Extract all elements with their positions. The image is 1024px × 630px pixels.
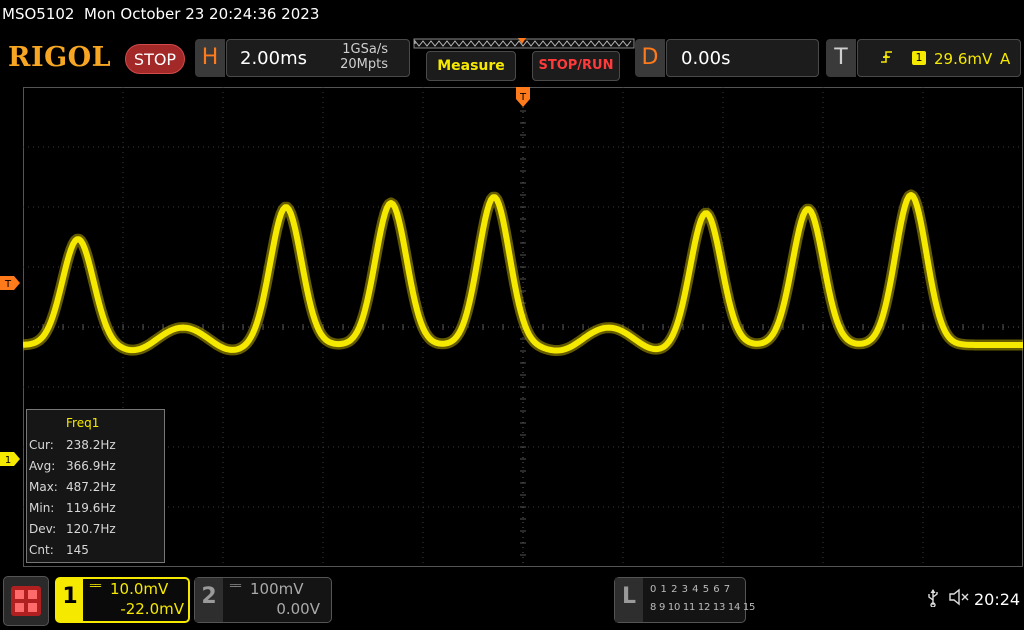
sample-rate: 1GSa/s [342,42,388,57]
delay-label[interactable]: D [636,40,664,76]
waveform-display[interactable] [23,87,1023,567]
meas-label-max: Max: [29,480,58,494]
ch2-offset: 0.00V [276,600,320,618]
ch1-offset-marker-text: 1 [5,455,11,466]
meas-label-cur: Cur: [29,438,54,452]
logic-channels-row2: 8 9 10 11 12 13 14 15 [650,602,756,613]
meas-value-max: 487.2Hz [66,480,116,494]
usb-icon[interactable] [926,589,940,611]
horizontal-label[interactable]: H [196,40,224,76]
meas-label-avg: Avg: [29,459,56,473]
brand-logo: RIGOL [8,42,112,73]
measure-button-label: Measure [437,58,505,74]
dc-coupling-icon: ══ [90,581,101,592]
ch1-scale: 10.0mV [110,580,169,598]
trigger-level-marker[interactable]: T [0,276,20,290]
ch1-offset-marker[interactable]: 1 [0,452,20,466]
meas-value-cur: 238.2Hz [66,438,116,452]
trigger-label[interactable]: T [827,40,855,76]
measurement-title: Freq1 [66,416,100,430]
delay-value: 0.00s [681,48,731,69]
run-state-badge[interactable]: STOP [125,44,185,74]
trigger-position-marker-text: T [519,92,527,103]
sound-muted-icon[interactable] [948,588,970,610]
trigger-position-marker[interactable]: T [515,87,531,109]
ch2-scale: 100mV [250,580,304,598]
trigger-source-badge: 1 [912,51,926,65]
logic-label: L [621,584,637,609]
ch1-number: 1 [62,584,78,609]
trigger-level: 29.6mV [934,50,993,68]
meas-label-dev: Dev: [29,522,57,536]
stop-run-button-label: STOP/RUN [538,58,614,73]
dc-coupling-icon: ══ [230,581,241,592]
main-menu-button[interactable] [3,576,49,626]
meas-label-cnt: Cnt: [29,543,54,557]
trigger-level-marker-text: T [4,279,12,290]
meas-value-cnt: 145 [66,543,89,557]
memory-depth: 20Mpts [340,57,388,72]
meas-value-min: 119.6Hz [66,501,116,515]
title-bar: MSO5102 Mon October 23 20:24:36 2023 [2,5,319,23]
meas-label-min: Min: [29,501,55,515]
meas-value-avg: 366.9Hz [66,459,116,473]
meas-value-dev: 120.7Hz [66,522,116,536]
model-name: MSO5102 [2,5,75,23]
rising-edge-icon [880,50,896,68]
ch2-number: 2 [201,584,217,609]
ch1-offset: -22.0mV [120,600,184,618]
sample-rate-info: 1GSa/s 20Mpts [300,42,388,72]
menu-grid-icon [11,586,41,616]
timebase-value: 2.00ms [240,48,307,69]
trigger-mode: A [1000,50,1011,68]
datetime: Mon October 23 20:24:36 2023 [84,5,320,23]
logic-channels-row1: 0 1 2 3 4 5 6 7 [650,584,731,595]
clock: 20:24 [974,590,1021,609]
